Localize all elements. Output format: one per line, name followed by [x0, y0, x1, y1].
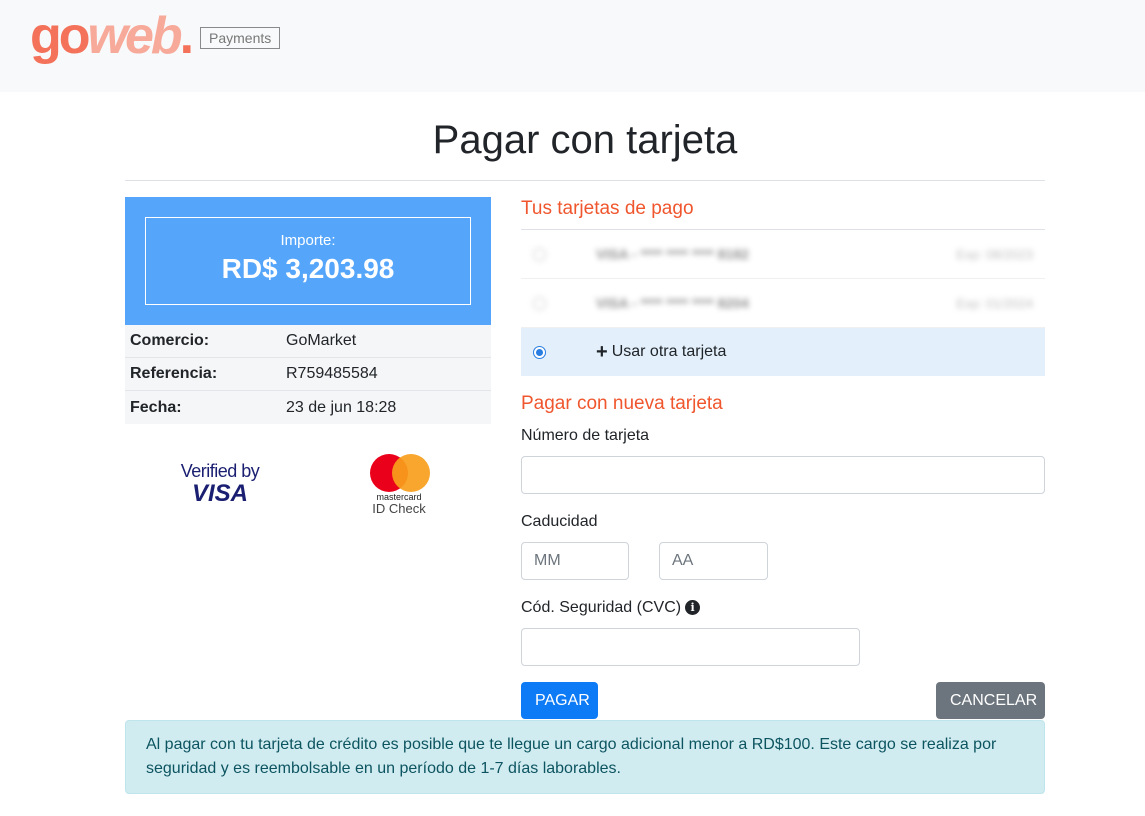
card-radio[interactable]: [533, 247, 546, 261]
cvc-input[interactable]: [521, 628, 860, 666]
goweb-logo[interactable]: goweb.: [30, 6, 195, 66]
amount-label: Importe:: [280, 232, 336, 249]
card-mask: VISA - **** **** **** 8204: [596, 295, 749, 311]
cvc-label: Cód. Seguridad (CVC): [521, 599, 682, 616]
amount-panel: Importe: RD$ 3,203.98: [125, 197, 491, 325]
info-alert: Al pagar con tu tarjeta de crédito es po…: [125, 720, 1045, 794]
pay-button[interactable]: PAGAR: [521, 682, 598, 719]
saved-card-row[interactable]: VISA - **** **** **** 8182 Exp: 08/2023: [521, 230, 1045, 279]
mastercard-circles-icon: [368, 454, 430, 492]
info-key: Referencia:: [130, 365, 218, 382]
saved-card-row[interactable]: VISA - **** **** **** 8204 Exp: 01/2024: [521, 279, 1045, 328]
top-navbar: goweb. Payments: [0, 0, 1145, 92]
info-key: Fecha:: [130, 398, 182, 416]
logo-dot: .: [179, 7, 195, 65]
card-expiry: Exp: 08/2023: [956, 246, 1033, 262]
other-card-radio[interactable]: [533, 345, 546, 359]
title-divider: [125, 180, 1045, 181]
info-icon[interactable]: i: [685, 600, 701, 615]
mastercard-id-check-text: ID Check: [372, 501, 426, 516]
expiry-label: Caducidad: [521, 513, 598, 530]
info-row-date: Fecha: 23 de jun 18:28: [125, 391, 491, 424]
mastercard-id-check-logo: mastercard ID Check: [366, 454, 432, 515]
verified-by-visa-logo: Verified by VISA: [175, 462, 265, 506]
card-radio[interactable]: [533, 296, 546, 310]
amount-value: RD$ 3,203.98: [221, 253, 395, 284]
payment-info-table: Comercio: GoMarket Referencia: R75948558…: [125, 325, 491, 424]
other-card-label: Usar otra tarjeta: [611, 343, 727, 360]
saved-cards-list: VISA - **** **** **** 8182 Exp: 08/2023 …: [521, 229, 1045, 376]
visa-wordmark: VISA: [191, 480, 248, 507]
page-title: Pagar con tarjeta: [432, 118, 738, 162]
plus-icon: +: [596, 341, 608, 363]
info-value: R759485584: [286, 365, 378, 382]
card-number-label: Número de tarjeta: [521, 427, 650, 444]
new-card-heading: Pagar con nueva tarjeta: [521, 393, 723, 414]
info-value: 23 de jun 18:28: [286, 398, 397, 416]
card-mask: VISA - **** **** **** 8182: [596, 246, 749, 262]
saved-cards-heading: Tus tarjetas de pago: [521, 198, 694, 219]
visa-verified-text: Verified by: [180, 461, 260, 481]
amount-frame: Importe: RD$ 3,203.98: [145, 217, 471, 305]
payments-badge: Payments: [200, 27, 281, 49]
info-row-reference: Referencia: R759485584: [125, 358, 491, 391]
card-number-input[interactable]: [521, 456, 1045, 494]
logo-web-text: web: [87, 7, 183, 65]
logo-go-text: go: [30, 7, 91, 65]
expiry-month-input[interactable]: [521, 542, 629, 580]
info-value: GoMarket: [286, 332, 357, 349]
info-key: Comercio:: [130, 332, 210, 349]
card-expiry: Exp: 01/2024: [956, 295, 1033, 311]
info-row-merchant: Comercio: GoMarket: [125, 325, 491, 358]
expiry-year-input[interactable]: [659, 542, 768, 580]
cvc-label-wrap: Cód. Seguridad (CVC) i: [521, 599, 701, 617]
cancel-button[interactable]: CANCELAR: [936, 682, 1045, 719]
use-other-card-row[interactable]: + Usar otra tarjeta: [521, 328, 1045, 376]
